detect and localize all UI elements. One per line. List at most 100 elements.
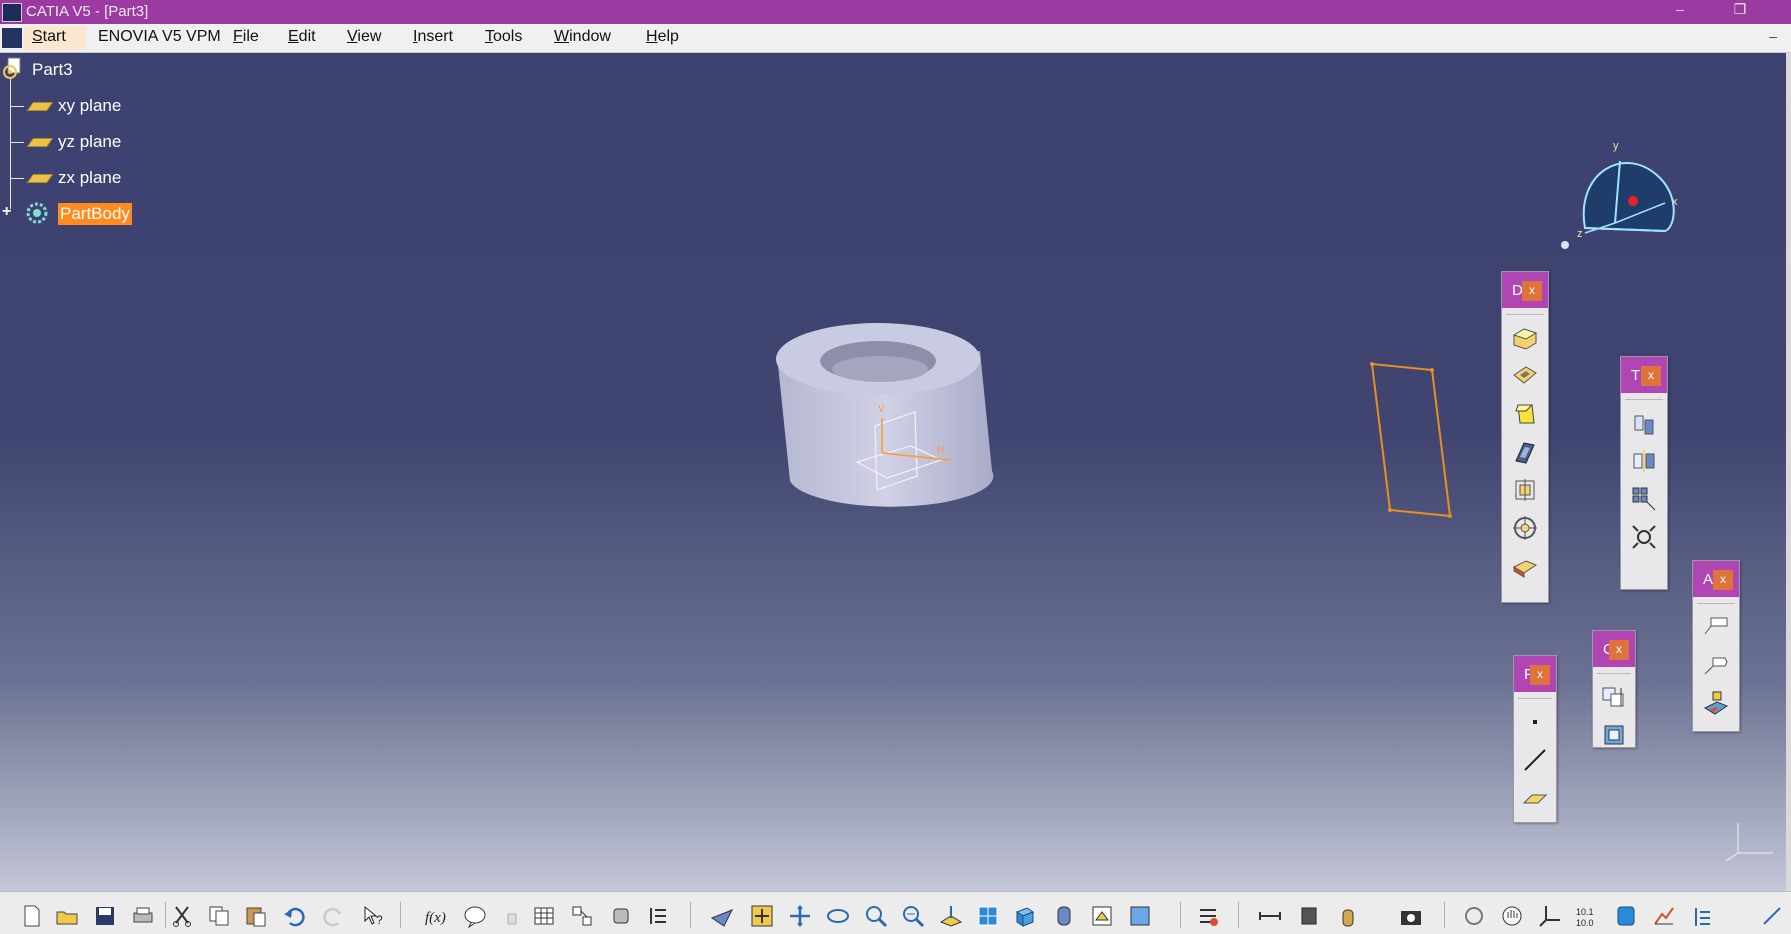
hide-show-icon[interactable] xyxy=(1090,904,1114,928)
toolbar-a-close-icon[interactable]: x xyxy=(1713,570,1733,590)
catalog-icon[interactable] xyxy=(570,904,594,928)
save-icon[interactable] xyxy=(93,904,117,928)
restore-window-icon[interactable]: ❐ xyxy=(1725,1,1755,21)
toolbar-t-header[interactable]: T x xyxy=(1621,357,1667,393)
lock-icon[interactable] xyxy=(500,904,524,928)
3d-compass-icon[interactable] xyxy=(1614,904,1638,928)
swap-visible-space-icon[interactable] xyxy=(1128,904,1152,928)
analysis-icon[interactable] xyxy=(1652,904,1676,928)
rotate-icon[interactable] xyxy=(826,904,850,928)
update-icon[interactable] xyxy=(1196,904,1220,928)
compass-icon[interactable]: y x z xyxy=(1555,133,1685,253)
catia-app-icon[interactable] xyxy=(2,3,22,22)
rectangular-pattern-icon[interactable] xyxy=(1629,484,1659,514)
plane-icon xyxy=(26,174,54,183)
translation-icon[interactable] xyxy=(1629,408,1659,438)
zoom-in-icon[interactable] xyxy=(864,904,888,928)
expand-icon[interactable]: + xyxy=(2,203,11,221)
toolbar-f-close-icon[interactable]: x xyxy=(1530,665,1550,685)
tree-root-part3[interactable]: Part3 xyxy=(32,60,73,80)
sketcher-icon[interactable] xyxy=(1760,904,1784,928)
toolbar-t-close-icon[interactable]: x xyxy=(1641,366,1661,386)
measure-inertia-icon[interactable] xyxy=(1336,904,1360,928)
menu-tools[interactable]: Tools xyxy=(485,28,522,46)
line-icon[interactable] xyxy=(1520,745,1550,775)
capture-camera-icon[interactable] xyxy=(1399,904,1423,928)
menu-bar: Start ENOVIA V5 VPM File Edit View Inser… xyxy=(0,24,1791,53)
menu-help[interactable]: Help xyxy=(646,28,679,46)
tree-node-zx-plane[interactable]: zx plane xyxy=(58,168,121,188)
partbody-gear-icon[interactable] xyxy=(24,200,50,226)
menu-enovia[interactable]: ENOVIA V5 VPM xyxy=(98,28,221,46)
shading-icon[interactable] xyxy=(1052,904,1076,928)
cut-icon[interactable] xyxy=(170,904,194,928)
point-icon[interactable] xyxy=(1520,707,1550,737)
pocket-icon[interactable] xyxy=(1510,361,1540,391)
measure-between-icon[interactable] xyxy=(1258,904,1282,928)
flag-note-icon[interactable] xyxy=(1701,650,1731,680)
formula-icon[interactable]: f(x) xyxy=(424,904,448,928)
plane-tool-icon[interactable] xyxy=(1520,783,1550,813)
tree-node-yz-plane[interactable]: yz plane xyxy=(58,132,121,152)
menu-insert[interactable]: Insert xyxy=(413,28,453,46)
minimize-window-icon[interactable]: – xyxy=(1665,1,1695,21)
undo-icon[interactable] xyxy=(282,904,306,928)
menu-view[interactable]: View xyxy=(347,28,381,46)
normal-view-icon[interactable] xyxy=(939,904,963,928)
toolbar-d-header[interactable]: D x xyxy=(1502,272,1548,308)
measure-item-icon[interactable] xyxy=(1297,904,1321,928)
axis-system-icon[interactable] xyxy=(1538,904,1562,928)
tree-node-partbody[interactable]: PartBody xyxy=(58,203,132,225)
iso-view-icon[interactable] xyxy=(1013,904,1037,928)
print-icon[interactable] xyxy=(131,904,155,928)
measure-icon[interactable] xyxy=(609,904,633,928)
solid-combine-icon[interactable] xyxy=(1510,551,1540,581)
constraint-icon[interactable] xyxy=(1599,682,1629,712)
menu-file[interactable]: File xyxy=(233,28,259,46)
copy-icon[interactable] xyxy=(207,904,231,928)
whats-this-icon[interactable]: ? xyxy=(362,904,386,928)
window-edge xyxy=(1786,53,1791,891)
menu-window[interactable]: Window xyxy=(554,28,611,46)
redo-icon[interactable] xyxy=(322,904,346,928)
new-document-icon[interactable] xyxy=(20,904,44,928)
shaft-icon[interactable] xyxy=(1510,399,1540,429)
toolbar-d-close-icon[interactable]: x xyxy=(1522,281,1542,301)
specification-icon[interactable] xyxy=(1690,904,1714,928)
pan-icon[interactable] xyxy=(788,904,812,928)
grab-icon[interactable] xyxy=(1500,904,1524,928)
menu-edit[interactable]: Edit xyxy=(288,28,316,46)
hole-icon[interactable] xyxy=(1510,513,1540,543)
3d-annotation-icon[interactable] xyxy=(1701,688,1731,718)
knowledge-icon[interactable] xyxy=(463,904,487,928)
zoom-out-icon[interactable] xyxy=(901,904,925,928)
minimize-doc-icon[interactable]: – xyxy=(1769,28,1777,44)
fit-all-icon[interactable] xyxy=(750,904,774,928)
fly-mode-icon[interactable] xyxy=(710,904,734,928)
part-icon[interactable] xyxy=(2,57,24,79)
constraint-defined-icon[interactable] xyxy=(1599,720,1629,750)
toolbar-c-header[interactable]: C x xyxy=(1593,631,1635,667)
open-folder-icon[interactable] xyxy=(55,904,79,928)
pad-icon[interactable] xyxy=(1510,323,1540,353)
mirror-icon[interactable] xyxy=(1629,446,1659,476)
design-table-icon[interactable] xyxy=(532,904,556,928)
rib-icon[interactable] xyxy=(1510,437,1540,467)
toolbar-a-header[interactable]: A x xyxy=(1693,561,1739,597)
scaling-icon[interactable] xyxy=(1629,522,1659,552)
sketch-outline[interactable] xyxy=(1368,358,1458,543)
catia-doc-icon[interactable] xyxy=(2,28,22,48)
multi-view-icon[interactable] xyxy=(976,904,1000,928)
swap-icon[interactable] xyxy=(1462,904,1486,928)
stiffener-icon[interactable] xyxy=(1510,475,1540,505)
menu-start[interactable]: Start xyxy=(32,28,66,46)
list-icon[interactable] xyxy=(646,904,670,928)
3d-viewport[interactable]: Part3 xy plane yz plane zx plane + PartB… xyxy=(0,53,1786,891)
grid-snap-icon[interactable]: 10.110.0 xyxy=(1575,904,1599,928)
text-with-leader-icon[interactable] xyxy=(1701,612,1731,642)
toolbar-a-title: A xyxy=(1703,571,1714,588)
paste-icon[interactable] xyxy=(244,904,268,928)
toolbar-f-header[interactable]: F x xyxy=(1514,656,1556,692)
toolbar-c-close-icon[interactable]: x xyxy=(1609,640,1629,660)
tree-node-xy-plane[interactable]: xy plane xyxy=(58,96,121,116)
